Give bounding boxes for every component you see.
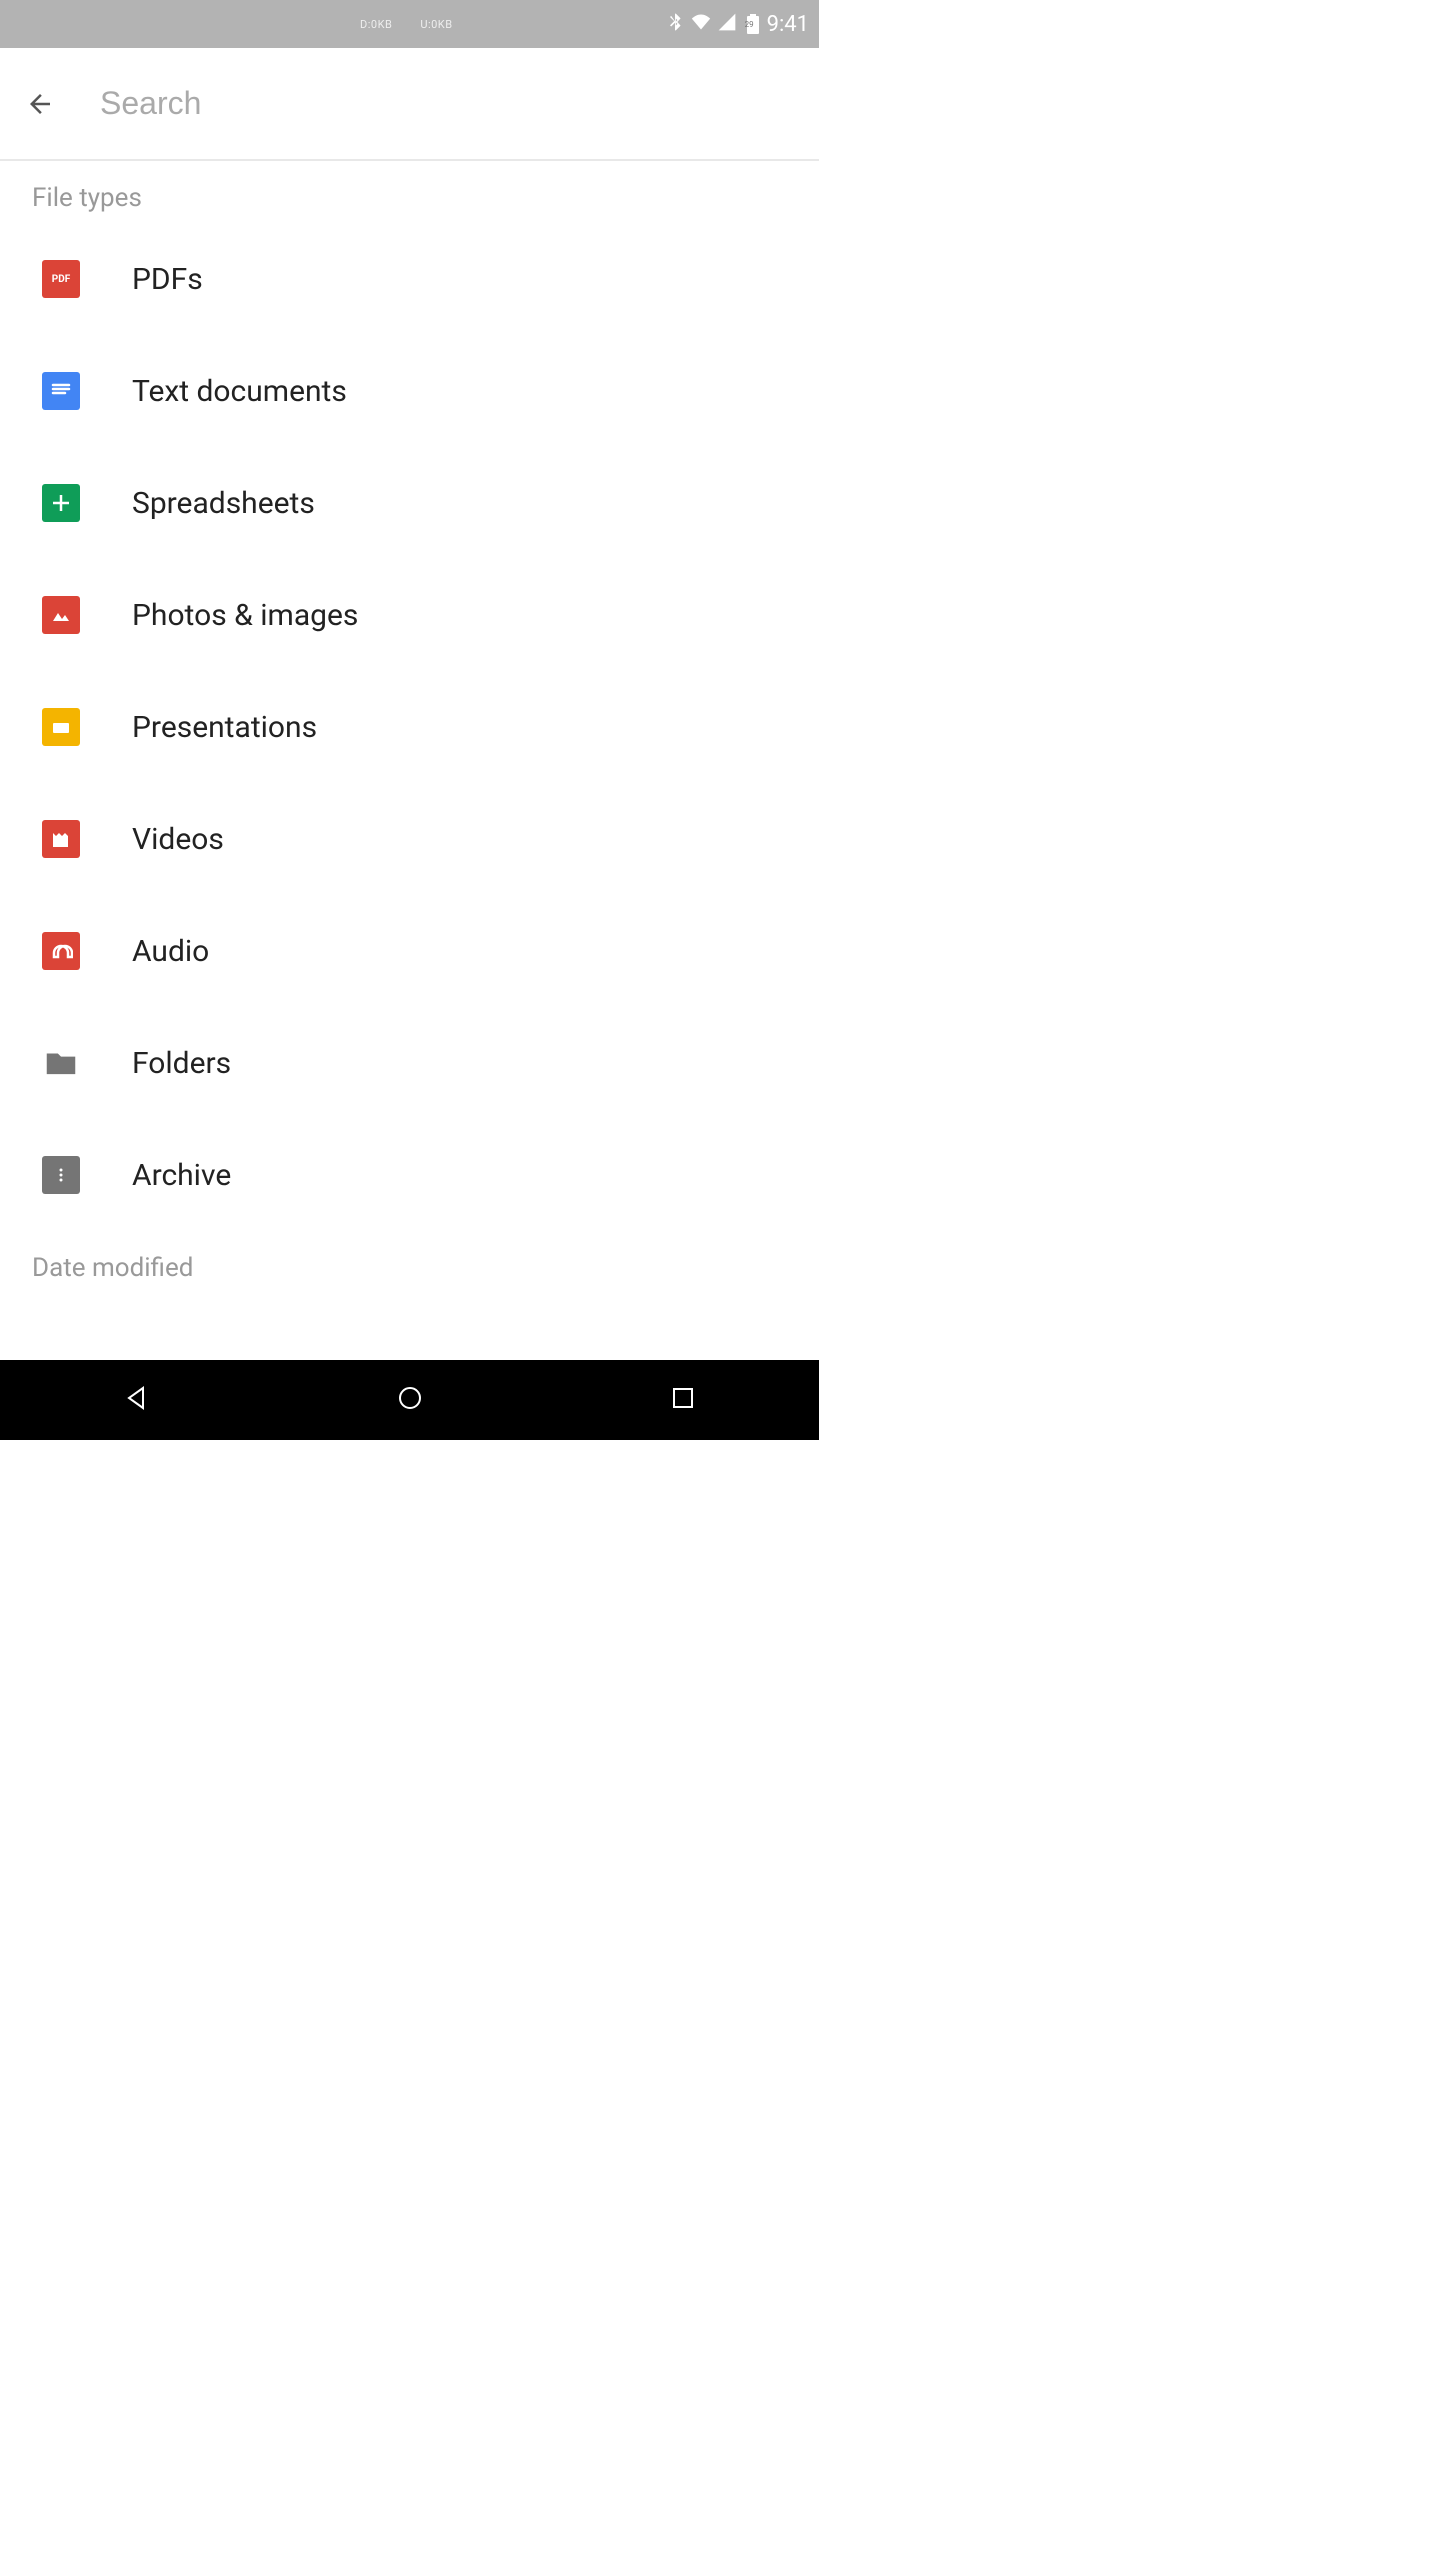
file-type-folders[interactable]: Folders — [0, 1007, 819, 1119]
status-bar: D:0KB U:0KB 29 9:41 — [0, 0, 819, 48]
bluetooth-icon — [665, 12, 685, 36]
file-type-label: Videos — [132, 822, 224, 857]
file-type-label: Spreadsheets — [132, 486, 315, 521]
file-type-label: PDFs — [132, 262, 203, 297]
image-icon — [42, 596, 80, 634]
file-type-photos-images[interactable]: Photos & images — [0, 559, 819, 671]
back-button[interactable] — [20, 84, 60, 124]
wifi-icon — [691, 12, 711, 36]
system-nav-bar — [0, 1360, 819, 1440]
date-modified-section-title: Date modified — [0, 1231, 819, 1293]
file-type-label: Text documents — [132, 374, 347, 409]
presentation-icon — [42, 708, 80, 746]
search-header — [0, 48, 819, 161]
file-type-presentations[interactable]: Presentations — [0, 671, 819, 783]
file-type-label: Audio — [132, 934, 209, 969]
nav-back-button[interactable] — [121, 1382, 153, 1418]
status-time: 9:41 — [767, 12, 809, 37]
audio-icon — [42, 932, 80, 970]
nav-recents-button[interactable] — [667, 1382, 699, 1418]
file-type-pdfs[interactable]: PDF PDFs — [0, 223, 819, 335]
file-type-label: Archive — [132, 1158, 231, 1193]
file-type-archive[interactable]: Archive — [0, 1119, 819, 1231]
search-input[interactable] — [100, 85, 799, 122]
file-type-label: Photos & images — [132, 598, 358, 633]
cell-signal-icon — [717, 12, 737, 36]
net-down-stat: D:0KB — [360, 18, 392, 31]
folder-icon — [42, 1044, 80, 1082]
file-type-videos[interactable]: Videos — [0, 783, 819, 895]
file-type-spreadsheets[interactable]: Spreadsheets — [0, 447, 819, 559]
battery-level: 29 — [745, 20, 754, 29]
arrow-left-icon — [25, 89, 55, 119]
file-type-label: Folders — [132, 1046, 231, 1081]
file-type-text-documents[interactable]: Text documents — [0, 335, 819, 447]
pdf-icon: PDF — [42, 260, 80, 298]
text-document-icon — [42, 372, 80, 410]
nav-home-button[interactable] — [394, 1382, 426, 1418]
spreadsheet-icon — [42, 484, 80, 522]
net-up-stat: U:0KB — [420, 18, 452, 31]
file-types-section-title: File types — [0, 161, 819, 223]
triangle-back-icon — [121, 1382, 153, 1414]
file-type-audio[interactable]: Audio — [0, 895, 819, 1007]
video-icon — [42, 820, 80, 858]
archive-icon — [42, 1156, 80, 1194]
square-recents-icon — [667, 1382, 699, 1414]
circle-home-icon — [394, 1382, 426, 1414]
file-type-label: Presentations — [132, 710, 317, 745]
battery-icon: 29 — [743, 14, 757, 34]
